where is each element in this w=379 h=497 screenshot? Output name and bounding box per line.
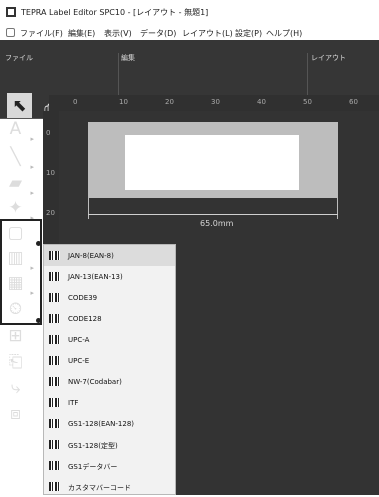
table-tool[interactable]: ⊞ (0, 323, 31, 351)
ruler-mark: 50 (303, 98, 312, 106)
ribbon-section-layout: レイアウト (311, 54, 346, 62)
window-title: TEPRA Label Editor SPC10 - [レイアウト - 無題1] (21, 8, 209, 17)
menu-data[interactable]: データ(D) (140, 28, 176, 39)
menu-bar: ファイル(F) 編集(E) 表示(V) データ(D) レイアウト(L) 設定(P… (0, 24, 379, 40)
insert-tool[interactable]: ⤷ (0, 375, 31, 403)
ruler-mark: 40 (257, 98, 266, 106)
ruler-mark: 30 (211, 98, 220, 106)
barcode-type-menu: JAN-8(EAN-8) JAN-13(EAN-13) CODE39 CODE1… (43, 244, 176, 495)
barcode-option-label: ITF (68, 399, 79, 407)
app-icon (6, 7, 16, 17)
ruler-mark: 0 (46, 129, 51, 137)
barcode-icon (49, 293, 60, 302)
barcode-option-customer[interactable]: カスタマバーコード (44, 476, 175, 497)
dimension-tick (337, 197, 338, 219)
select-tool[interactable]: ⬉ (7, 93, 32, 118)
menu-file[interactable]: ファイル(F) (20, 28, 63, 39)
barcode-option-label: JAN-13(EAN-13) (68, 273, 123, 281)
menu-help[interactable]: ヘルプ(H) (266, 28, 302, 39)
text-replace-tool[interactable]: ⧈ (0, 401, 31, 429)
ribbon-section-edit: 編集 (121, 54, 135, 62)
barcode-option-label: GS1-128(EAN-128) (68, 420, 135, 428)
barcode-icon (49, 419, 60, 428)
barcode-option-upce[interactable]: UPC-E (44, 350, 175, 371)
barcode-option-label: UPC-E (68, 357, 90, 365)
menu-view[interactable]: 表示(V) (104, 28, 132, 39)
barcode-icon (49, 314, 60, 323)
callout-dot (36, 241, 41, 246)
printable-area[interactable] (125, 135, 299, 190)
barcode-option-code39[interactable]: CODE39 (44, 287, 175, 308)
label-length: 65.0mm (200, 219, 234, 228)
line-tool[interactable]: ╲ ▸ (0, 144, 34, 172)
quick-access-icon[interactable] (6, 28, 15, 37)
menu-settings[interactable]: 設定(P) (235, 28, 262, 39)
barcode-option-label: CODE128 (68, 315, 102, 323)
ruler-mark: 60 (349, 98, 358, 106)
callout-dot (36, 318, 41, 323)
menu-edit[interactable]: 編集(E) (68, 28, 95, 39)
barcode-icon (49, 461, 60, 470)
title-bar: TEPRA Label Editor SPC10 - [レイアウト - 無題1] (0, 0, 379, 25)
dimension-line (88, 214, 338, 215)
ruler-mark: 20 (165, 98, 174, 106)
menu-layout[interactable]: レイアウト(L) (182, 28, 233, 39)
barcode-option-gs1-128-fixed[interactable]: GS1-128(定型) (44, 434, 175, 455)
barcode-icon (49, 272, 60, 281)
barcode-icon (49, 377, 60, 386)
barcode-option-itf[interactable]: ITF (44, 392, 175, 413)
text-tool[interactable]: A ▸ (0, 116, 34, 144)
ruler-mark: 20 (46, 209, 55, 217)
barcode-icon (49, 251, 60, 260)
ruler-mark: 10 (46, 169, 55, 177)
ruler-mark: 10 (119, 98, 128, 106)
barcode-option-jan8[interactable]: JAN-8(EAN-8) (44, 245, 175, 266)
barcode-option-jan13[interactable]: JAN-13(EAN-13) (44, 266, 175, 287)
barcode-option-label: JAN-8(EAN-8) (68, 252, 114, 260)
barcode-icon (49, 335, 60, 344)
barcode-option-label: カスタマバーコード (68, 484, 131, 492)
barcode-option-nw7[interactable]: NW-7(Codabar) (44, 371, 175, 392)
barcode-option-label: NW-7(Codabar) (68, 378, 122, 386)
barcode-icon (49, 398, 60, 407)
barcode-icon (49, 356, 60, 365)
barcode-callout-frame (0, 219, 42, 325)
ruler-mark: 0 (73, 98, 78, 106)
barcode-option-label: CODE39 (68, 294, 98, 302)
image-tool[interactable]: ▰ ▸ (0, 170, 34, 198)
barcode-option-gs1-128-ean[interactable]: GS1-128(EAN-128) (44, 413, 175, 434)
barcode-option-code128[interactable]: CODE128 (44, 308, 175, 329)
barcode-option-label: UPC-A (68, 336, 90, 344)
barcode-option-label: GS1データバー (68, 463, 118, 471)
barcode-option-label: GS1-128(定型) (68, 442, 118, 450)
dimension-tick (88, 197, 89, 219)
ribbon-section-file: ファイル (5, 54, 33, 62)
barcode-icon (49, 440, 60, 449)
barcode-option-gs1-databar[interactable]: GS1データバー (44, 455, 175, 476)
barcode-icon (49, 482, 60, 491)
numbering-tool[interactable]: ⎗ (0, 349, 31, 377)
horizontal-ruler: 0 10 20 30 40 50 60 (49, 95, 379, 112)
barcode-option-upca[interactable]: UPC-A (44, 329, 175, 350)
